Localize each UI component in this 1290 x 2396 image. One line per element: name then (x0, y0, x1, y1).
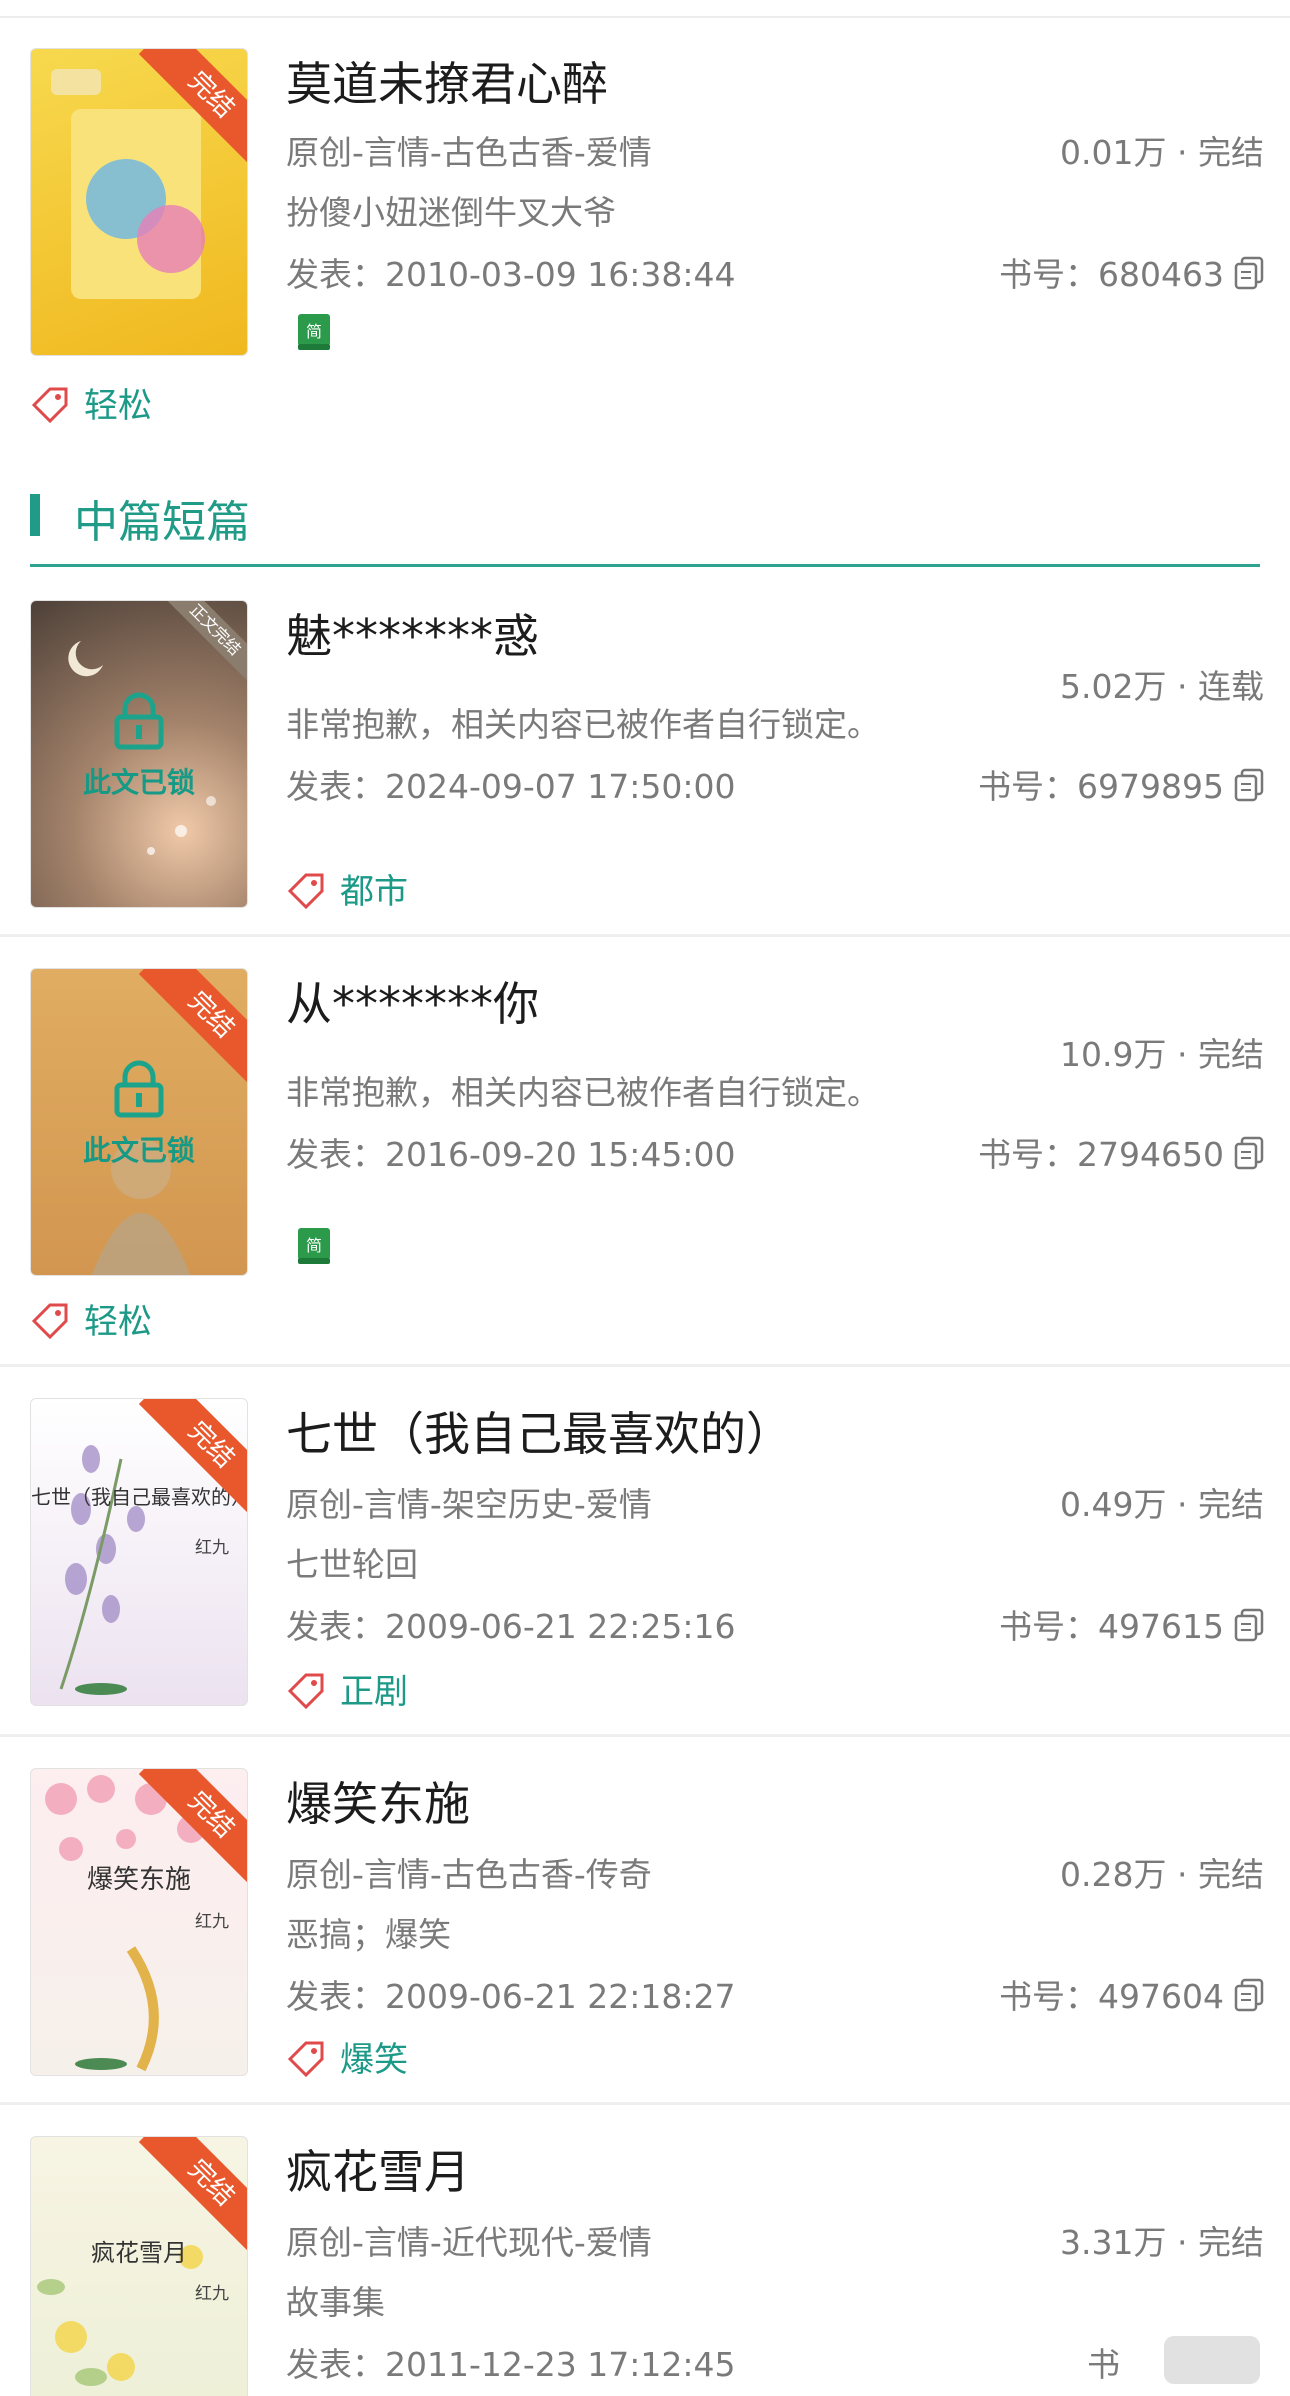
book-tag-label: 轻松 (84, 1302, 152, 1342)
book-id[interactable]: 书号：6979895 (978, 760, 1264, 808)
book-summary: 恶搞；爆笑 (286, 1915, 451, 1954)
tag-icon (287, 1673, 324, 1710)
tag-icon (287, 2041, 324, 2078)
row-divider (0, 934, 1290, 937)
book-summary: 故事集 (286, 2283, 385, 2322)
book-summary: 非常抱歉，相关内容已被作者自行锁定。 (286, 1073, 880, 1112)
lock-label: 此文已锁 (82, 766, 195, 799)
book-cover[interactable]: 完结 (30, 48, 248, 356)
book-simplified-icon: 简 (296, 312, 332, 352)
book-category: 原创-言情-架空历史-爱情 (286, 1485, 652, 1524)
book-stats: 10.9万 · 完结 (1060, 1035, 1264, 1074)
book-tag-label: 都市 (340, 872, 408, 912)
book-id[interactable]: 书 (1087, 2338, 1120, 2386)
copy-icon[interactable] (1234, 1608, 1264, 1642)
svg-text:简: 简 (306, 1236, 322, 1255)
copy-icon[interactable] (1234, 768, 1264, 802)
book-id[interactable]: 书号：2794650 (978, 1128, 1264, 1176)
book-id[interactable]: 书号：680463 (999, 248, 1264, 296)
book-tag[interactable]: 正剧 (286, 1664, 408, 1713)
copy-icon[interactable] (1234, 1978, 1264, 2012)
book-cover[interactable]: 爆笑东施 红九 完结 (30, 1768, 248, 2076)
lock-icon (114, 1060, 164, 1118)
book-title[interactable]: 爆笑东施 (286, 1768, 470, 1834)
book-category: 原创-言情-近代现代-爱情 (286, 2223, 652, 2262)
book-tag-label: 爆笑 (340, 2040, 408, 2080)
book-published: 发表：2010-03-09 16:38:44 (286, 255, 736, 294)
row-divider (0, 2102, 1290, 2105)
cover-author: 红九 (195, 1538, 229, 1558)
book-tag[interactable]: 爆笑 (286, 2032, 408, 2081)
book-published: 发表：2009-06-21 22:25:16 (286, 1607, 736, 1646)
book-cover[interactable]: 疯花雪月 红九 完结 (30, 2136, 248, 2396)
lock-label: 此文已锁 (82, 1134, 195, 1167)
book-title[interactable]: 疯花雪月 (286, 2136, 470, 2202)
top-divider (0, 16, 1290, 18)
book-title[interactable]: 从*******你 (286, 968, 539, 1034)
book-summary: 七世轮回 (286, 1545, 418, 1584)
section-accent-bar (30, 494, 40, 536)
tag-icon (287, 873, 324, 910)
row-divider (0, 1364, 1290, 1367)
book-id-text: 书号：680463 (999, 255, 1224, 294)
section-header: 中篇短篇 (30, 486, 1260, 570)
book-tag-label: 轻松 (84, 386, 152, 426)
cover-author: 红九 (195, 2284, 229, 2304)
book-published: 发表：2024-09-07 17:50:00 (286, 767, 736, 806)
section-title: 中篇短篇 (74, 497, 250, 548)
book-stats: 0.28万 · 完结 (1060, 1855, 1264, 1894)
cover-title: 疯花雪月 (91, 2239, 187, 2267)
book-title[interactable]: 七世（我自己最喜欢的） (286, 1398, 792, 1464)
book-cover[interactable]: 完结 此文已锁 (30, 968, 248, 1276)
book-summary: 扮傻小妞迷倒牛叉大爷 (286, 193, 616, 232)
book-category: 原创-言情-古色古香-爱情 (286, 133, 652, 172)
book-stats: 3.31万 · 完结 (1060, 2223, 1264, 2262)
section-underline (30, 564, 1260, 567)
lock-icon (114, 692, 164, 750)
lock-overlay: 此文已锁 (31, 691, 247, 801)
book-stats: 5.02万 · 连载 (1060, 667, 1264, 706)
cover-title: 七世（我自己最喜欢的） (31, 1485, 248, 1509)
row-divider (0, 1734, 1290, 1737)
book-simplified-icon: 简 (296, 1226, 332, 1266)
book-id[interactable]: 书号：497604 (999, 1970, 1264, 2018)
book-id-text: 书 (1087, 2345, 1120, 2384)
book-id-text: 书号：497615 (999, 1607, 1224, 1646)
book-published: 发表：2011-12-23 17:12:45 (286, 2345, 736, 2384)
lock-overlay: 此文已锁 (31, 1059, 247, 1169)
svg-text:简: 简 (306, 322, 322, 341)
book-title[interactable]: 魅*******惑 (286, 600, 539, 666)
book-id-text: 书号：497604 (999, 1977, 1224, 2016)
book-category: 原创-言情-古色古香-传奇 (286, 1855, 652, 1894)
cover-title: 爆笑东施 (86, 1865, 191, 1895)
cover-author: 红九 (195, 1912, 229, 1932)
copy-icon[interactable] (1234, 256, 1264, 290)
watermark-overlay (1164, 2336, 1260, 2384)
copy-icon[interactable] (1234, 1136, 1264, 1170)
book-id[interactable]: 书号：497615 (999, 1600, 1264, 1648)
book-cover[interactable]: 七世（我自己最喜欢的） 红九 完结 (30, 1398, 248, 1706)
book-published: 发表：2016-09-20 15:45:00 (286, 1135, 736, 1174)
book-tag[interactable]: 轻松 (30, 1294, 152, 1343)
tag-icon (31, 387, 68, 424)
book-tag[interactable]: 轻松 (30, 378, 152, 427)
book-tag-label: 正剧 (340, 1672, 408, 1712)
book-id-text: 书号：2794650 (978, 1135, 1224, 1174)
book-summary: 非常抱歉，相关内容已被作者自行锁定。 (286, 705, 880, 744)
book-cover[interactable]: 正文完结 此文已锁 (30, 600, 248, 908)
book-id-text: 书号：6979895 (978, 767, 1224, 806)
book-title[interactable]: 莫道未撩君心醉 (286, 48, 608, 114)
book-stats: 0.01万 · 完结 (1060, 133, 1264, 172)
tag-icon (31, 1303, 68, 1340)
book-published: 发表：2009-06-21 22:18:27 (286, 1977, 736, 2016)
book-tag[interactable]: 都市 (286, 864, 408, 913)
book-stats: 0.49万 · 完结 (1060, 1485, 1264, 1524)
